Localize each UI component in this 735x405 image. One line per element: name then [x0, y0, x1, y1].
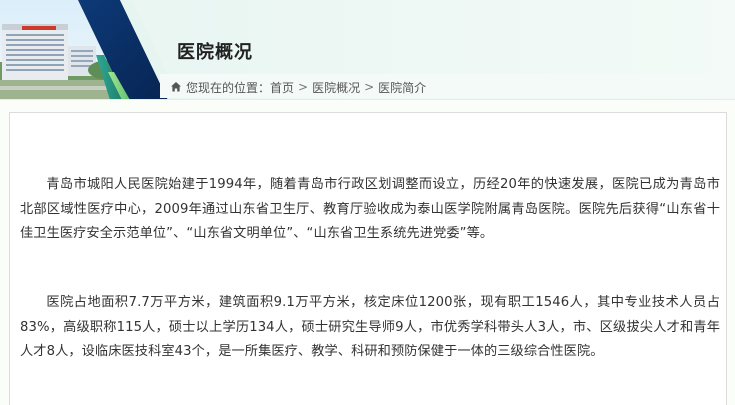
- breadcrumb-prefix: 您现在的位置：: [186, 80, 271, 95]
- content-panel: 青岛市城阳人民医院始建于1994年，随着青岛市行政区划调整而设立，历经20年的快…: [9, 112, 727, 405]
- breadcrumb: 您现在的位置： 首页 > 医院概况 > 医院简介: [170, 77, 426, 97]
- header-banner: 医院概况 您现在的位置： 首页 > 医院概况 > 医院简介: [0, 0, 735, 100]
- facilities-paragraph: 医院占地面积7.7万平方米，建筑面积9.1万平方米，核定床位1200张，现有职工…: [20, 295, 720, 359]
- breadcrumb-home-link[interactable]: 首页: [270, 79, 294, 96]
- home-icon: [171, 82, 181, 92]
- intro-paragraph: 青岛市城阳人民医院始建于1994年，随着青岛市行政区划调整而设立，历经20年的快…: [20, 177, 720, 241]
- page-title: 医院概况: [177, 42, 253, 63]
- breadcrumb-separator: >: [364, 80, 375, 94]
- page: 医院概况 您现在的位置： 首页 > 医院概况 > 医院简介 青岛市城阳人民医院始…: [0, 0, 735, 405]
- breadcrumb-separator: >: [298, 80, 309, 94]
- breadcrumb-overview-link[interactable]: 医院概况: [312, 79, 360, 96]
- header-divider: [0, 99, 735, 100]
- breadcrumb-intro-link[interactable]: 医院简介: [378, 79, 426, 96]
